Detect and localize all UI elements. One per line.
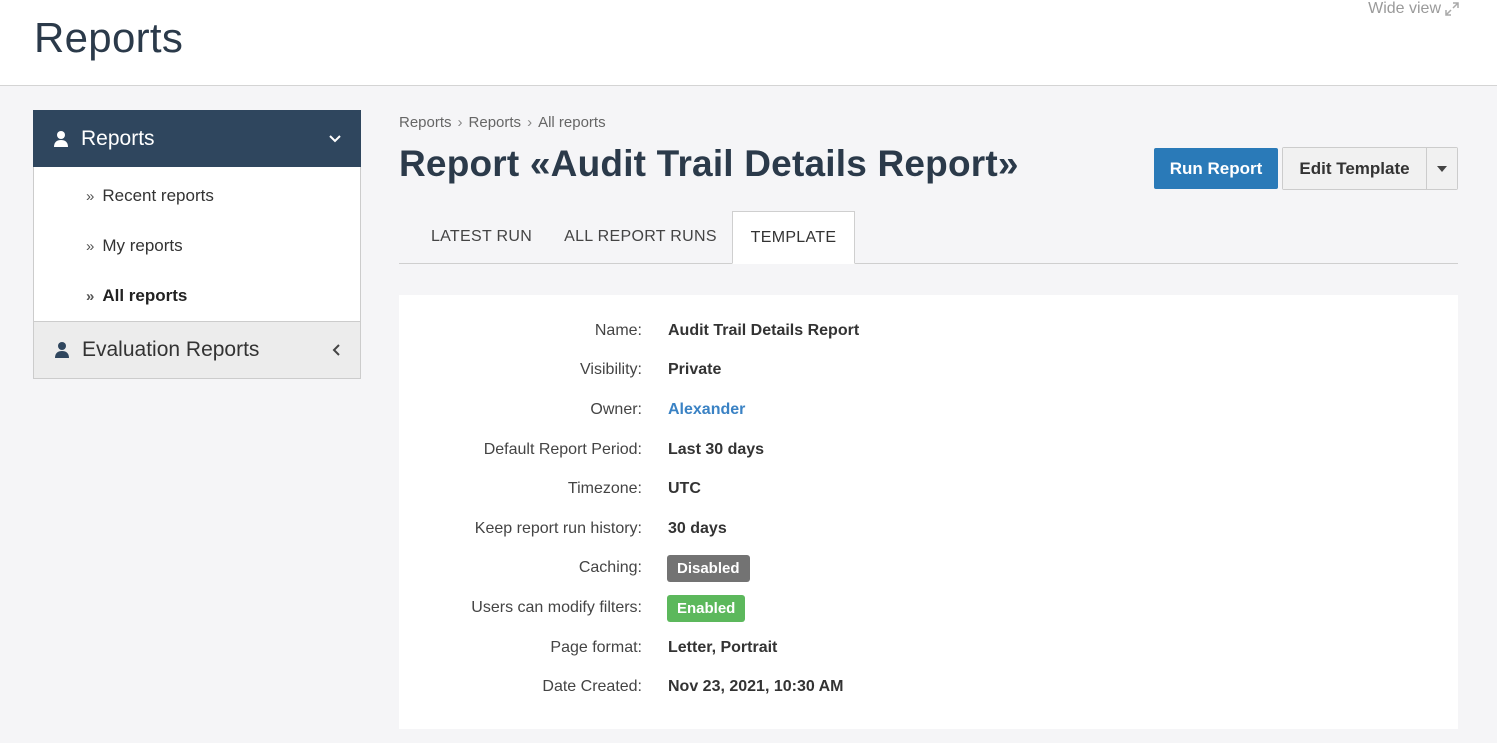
sidebar-item-my-reports[interactable]: » My reports xyxy=(34,221,360,271)
breadcrumb: Reports › Reports › All reports xyxy=(399,114,606,131)
breadcrumb-item[interactable]: Reports xyxy=(399,114,452,131)
detail-row-owner: Owner: Alexander xyxy=(399,398,1458,422)
edit-template-group: Edit Template xyxy=(1282,147,1458,190)
detail-label: Owner: xyxy=(590,401,642,418)
detail-value: Audit Trail Details Report xyxy=(668,322,860,339)
caching-status-badge: Disabled xyxy=(667,554,750,582)
chevron-left-icon xyxy=(332,344,340,356)
caret-down-icon xyxy=(1437,165,1447,172)
breadcrumb-current: All reports xyxy=(538,114,606,131)
chevron-down-icon xyxy=(329,134,341,142)
run-report-button[interactable]: Run Report xyxy=(1154,148,1278,189)
expand-icon xyxy=(1445,2,1459,16)
detail-value: 30 days xyxy=(668,520,727,537)
owner-link[interactable]: Alexander xyxy=(668,401,745,419)
double-chevron-right-icon: » xyxy=(86,287,95,305)
user-icon xyxy=(54,130,68,147)
detail-value: Last 30 days xyxy=(668,441,765,458)
detail-label: Visibility: xyxy=(580,361,642,378)
tab-all-report-runs[interactable]: ALL REPORT RUNS xyxy=(564,211,717,263)
detail-label: Caching: xyxy=(578,559,642,576)
sidebar-list: » Recent reports » My reports » All repo… xyxy=(33,167,361,321)
chevron-right-icon: › xyxy=(527,114,533,131)
sidebar-item-label: All reports xyxy=(102,286,188,305)
wide-view-toggle[interactable]: Wide view xyxy=(1368,0,1459,18)
top-header: Reports Wide view xyxy=(0,0,1497,86)
detail-row-visibility: Visibility: Private xyxy=(399,358,1458,382)
detail-value: Letter, Portrait xyxy=(668,639,778,656)
detail-label: Date Created: xyxy=(542,678,642,695)
sidebar-section-label: Reports xyxy=(81,126,155,150)
filters-status-badge: Enabled xyxy=(667,594,746,622)
chevron-right-icon: › xyxy=(457,114,463,131)
detail-label: Users can modify filters: xyxy=(471,599,642,616)
edit-template-button[interactable]: Edit Template xyxy=(1283,148,1427,189)
wide-view-label: Wide view xyxy=(1368,0,1441,17)
user-icon xyxy=(55,342,69,358)
sidebar-section-label: Evaluation Reports xyxy=(82,338,260,361)
double-chevron-right-icon: » xyxy=(86,187,95,205)
detail-label: Keep report run history: xyxy=(474,520,642,537)
detail-row-timezone: Timezone: UTC xyxy=(399,477,1458,501)
sidebar: Reports » Recent reports » My reports » … xyxy=(33,110,361,379)
detail-row-filters: Users can modify filters: Enabled xyxy=(399,594,1458,622)
sidebar-item-recent-reports[interactable]: » Recent reports xyxy=(34,167,360,221)
detail-row-format: Page format: Letter, Portrait xyxy=(399,636,1458,660)
double-chevron-right-icon: » xyxy=(86,237,95,255)
detail-row-created: Date Created: Nov 23, 2021, 10:30 AM xyxy=(399,675,1458,699)
detail-row-period: Default Report Period: Last 30 days xyxy=(399,438,1458,462)
detail-row-history: Keep report run history: 30 days xyxy=(399,517,1458,541)
sidebar-section-reports[interactable]: Reports xyxy=(33,110,361,167)
page-title: Reports xyxy=(34,14,184,61)
edit-template-dropdown[interactable] xyxy=(1427,148,1457,189)
detail-row-caching: Caching: Disabled xyxy=(399,554,1458,582)
tab-template[interactable]: TEMPLATE xyxy=(732,211,855,264)
breadcrumb-item[interactable]: Reports xyxy=(469,114,522,131)
detail-value: Nov 23, 2021, 10:30 AM xyxy=(668,678,844,695)
detail-label: Name: xyxy=(594,322,642,339)
sidebar-item-label: Recent reports xyxy=(102,186,214,205)
detail-value: Private xyxy=(668,361,722,378)
detail-label: Page format: xyxy=(550,639,642,656)
detail-label: Default Report Period: xyxy=(483,441,642,458)
detail-label: Timezone: xyxy=(567,480,642,497)
sidebar-item-all-reports[interactable]: » All reports xyxy=(34,271,360,321)
tab-latest-run[interactable]: LATEST RUN xyxy=(399,211,564,263)
detail-value: UTC xyxy=(668,480,701,497)
detail-row-name: Name: Audit Trail Details Report xyxy=(399,319,1458,343)
sidebar-item-label: My reports xyxy=(102,236,183,255)
sidebar-section-evaluation-reports[interactable]: Evaluation Reports xyxy=(33,321,361,379)
report-tabs: LATEST RUN ALL REPORT RUNS TEMPLATE xyxy=(399,211,1458,264)
report-title: Report «Audit Trail Details Report» xyxy=(399,143,1019,184)
template-details-panel: Name: Audit Trail Details Report Visibil… xyxy=(399,295,1458,729)
